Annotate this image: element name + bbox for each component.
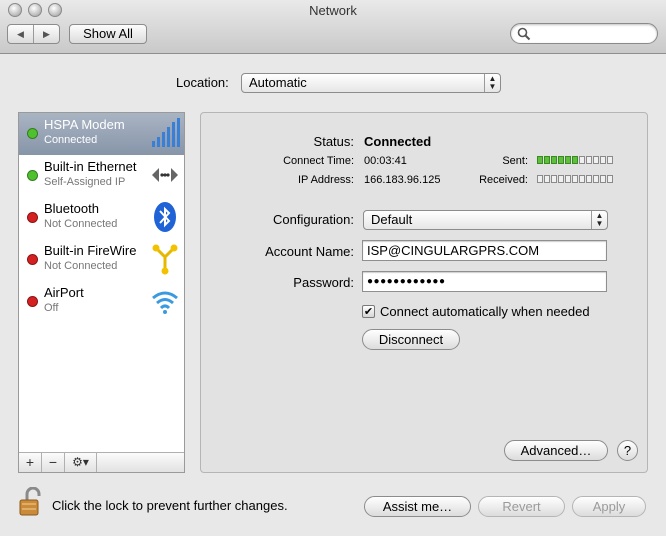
status-dot-green: [27, 170, 38, 181]
service-list: HSPA Modem Connected Built-in Ethernet S…: [18, 112, 185, 473]
service-item-airport[interactable]: AirPort Off: [19, 281, 184, 323]
disconnect-button[interactable]: Disconnect: [362, 329, 460, 350]
sent-meter-segment: [558, 156, 564, 164]
configuration-value: Default: [371, 212, 413, 227]
signal-bars-icon: [152, 118, 180, 147]
service-item-bluetooth[interactable]: Bluetooth Not Connected: [19, 197, 184, 239]
location-popup[interactable]: Automatic ▲ ▼: [241, 73, 501, 93]
status-dot-green: [27, 128, 38, 139]
sent-meter-segment: [572, 156, 578, 164]
service-item-built-in-ethernet[interactable]: Built-in Ethernet Self-Assigned IP: [19, 155, 184, 197]
account-name-field[interactable]: ISP@CINGULARGPRS.COM: [362, 240, 607, 261]
service-item-hspa-modem[interactable]: HSPA Modem Connected: [19, 113, 184, 155]
airport-wifi-icon: [152, 291, 178, 314]
received-meter-segment: [544, 175, 550, 183]
detail-panel: Status: Connected Connect Time: 00:03:41…: [200, 112, 648, 473]
received-meter-segment: [558, 175, 564, 183]
service-status: Off: [44, 302, 59, 314]
account-name-label: Account Name:: [265, 244, 354, 259]
password-field[interactable]: ●●●●●●●●●●●●: [362, 271, 607, 292]
unlocked-padlock-icon[interactable]: [18, 487, 44, 517]
sent-meter-segment: [586, 156, 592, 164]
sent-label: Sent:: [502, 155, 528, 167]
search-icon: [517, 27, 531, 41]
service-status: Self-Assigned IP: [44, 176, 126, 188]
popup-arrows-icon: ▲ ▼: [484, 74, 500, 92]
password-label: Password:: [293, 275, 354, 290]
sent-meter-segment: [537, 156, 543, 164]
checkmark-icon: ✔: [363, 306, 374, 318]
service-name: Built-in Ethernet: [44, 159, 137, 174]
service-status: Not Connected: [44, 218, 118, 230]
service-item-built-in-firewire[interactable]: Built-in FireWire Not Connected: [19, 239, 184, 281]
auto-connect-label: Connect automatically when needed: [380, 304, 590, 319]
forward-arrow-icon[interactable]: ▶: [33, 25, 59, 43]
configuration-label: Configuration:: [273, 212, 354, 227]
firewire-icon: [152, 244, 178, 275]
received-meter-segment: [593, 175, 599, 183]
title-bar: Network ◀ ▶ Show All: [0, 0, 666, 54]
service-name: AirPort: [44, 285, 84, 300]
received-meter-segment: [572, 175, 578, 183]
status-dot-red: [27, 212, 38, 223]
status-dot-red: [27, 254, 38, 265]
show-all-button[interactable]: Show All: [69, 24, 147, 44]
received-meter-segment: [586, 175, 592, 183]
location-value: Automatic: [249, 75, 307, 90]
ip-address-label: IP Address:: [297, 174, 354, 186]
popup-arrows-icon: ▲ ▼: [591, 211, 607, 229]
window-title: Network: [309, 3, 357, 18]
received-meter-segment: [579, 175, 585, 183]
auto-connect-checkbox[interactable]: ✔: [362, 305, 375, 318]
sent-meter-segment: [600, 156, 606, 164]
status-label: Status:: [313, 134, 354, 149]
service-status: Connected: [44, 134, 98, 146]
service-name: Bluetooth: [44, 201, 99, 216]
connect-time-value: 00:03:41: [364, 155, 407, 167]
service-name: HSPA Modem: [44, 117, 125, 132]
location-label: Location:: [176, 75, 229, 90]
bluetooth-icon: [154, 202, 176, 232]
service-list-toolbar: + − ⚙▾: [19, 452, 184, 472]
help-button[interactable]: ?: [617, 440, 638, 461]
ip-address-value: 166.183.96.125: [364, 174, 441, 186]
gear-menu-button[interactable]: ⚙▾: [65, 453, 97, 472]
sent-meter-segment: [544, 156, 550, 164]
received-meter-segment: [551, 175, 557, 183]
status-value: Connected: [364, 134, 432, 149]
received-meter-segment: [565, 175, 571, 183]
received-meter-segment: [537, 175, 543, 183]
ethernet-arrows-icon: [152, 168, 178, 182]
received-meter-segment: [600, 175, 606, 183]
status-dot-red: [27, 296, 38, 307]
add-service-button[interactable]: +: [19, 453, 42, 472]
service-status: Not Connected: [44, 260, 118, 272]
back-forward-control: ◀ ▶: [7, 24, 60, 44]
back-arrow-icon[interactable]: ◀: [8, 25, 33, 43]
sent-meter-segment: [579, 156, 585, 164]
sent-meter-segment: [551, 156, 557, 164]
assist-me-button[interactable]: Assist me…: [364, 496, 471, 517]
configuration-popup[interactable]: Default ▲ ▼: [363, 210, 608, 230]
apply-button[interactable]: Apply: [572, 496, 646, 517]
search-field[interactable]: [510, 23, 658, 44]
revert-button[interactable]: Revert: [478, 496, 565, 517]
search-input[interactable]: [533, 26, 651, 41]
remove-service-button[interactable]: −: [42, 453, 65, 472]
sent-meter-segment: [607, 156, 613, 164]
received-meter-segment: [607, 175, 613, 183]
service-name: Built-in FireWire: [44, 243, 137, 258]
advanced-button[interactable]: Advanced…: [504, 440, 608, 461]
received-label: Received:: [479, 174, 528, 186]
lock-message: Click the lock to prevent further change…: [52, 498, 288, 513]
sent-meter-segment: [593, 156, 599, 164]
received-activity-meter: [537, 175, 613, 185]
sent-activity-meter: [537, 156, 613, 166]
sent-meter-segment: [565, 156, 571, 164]
connect-time-label: Connect Time:: [283, 155, 354, 167]
